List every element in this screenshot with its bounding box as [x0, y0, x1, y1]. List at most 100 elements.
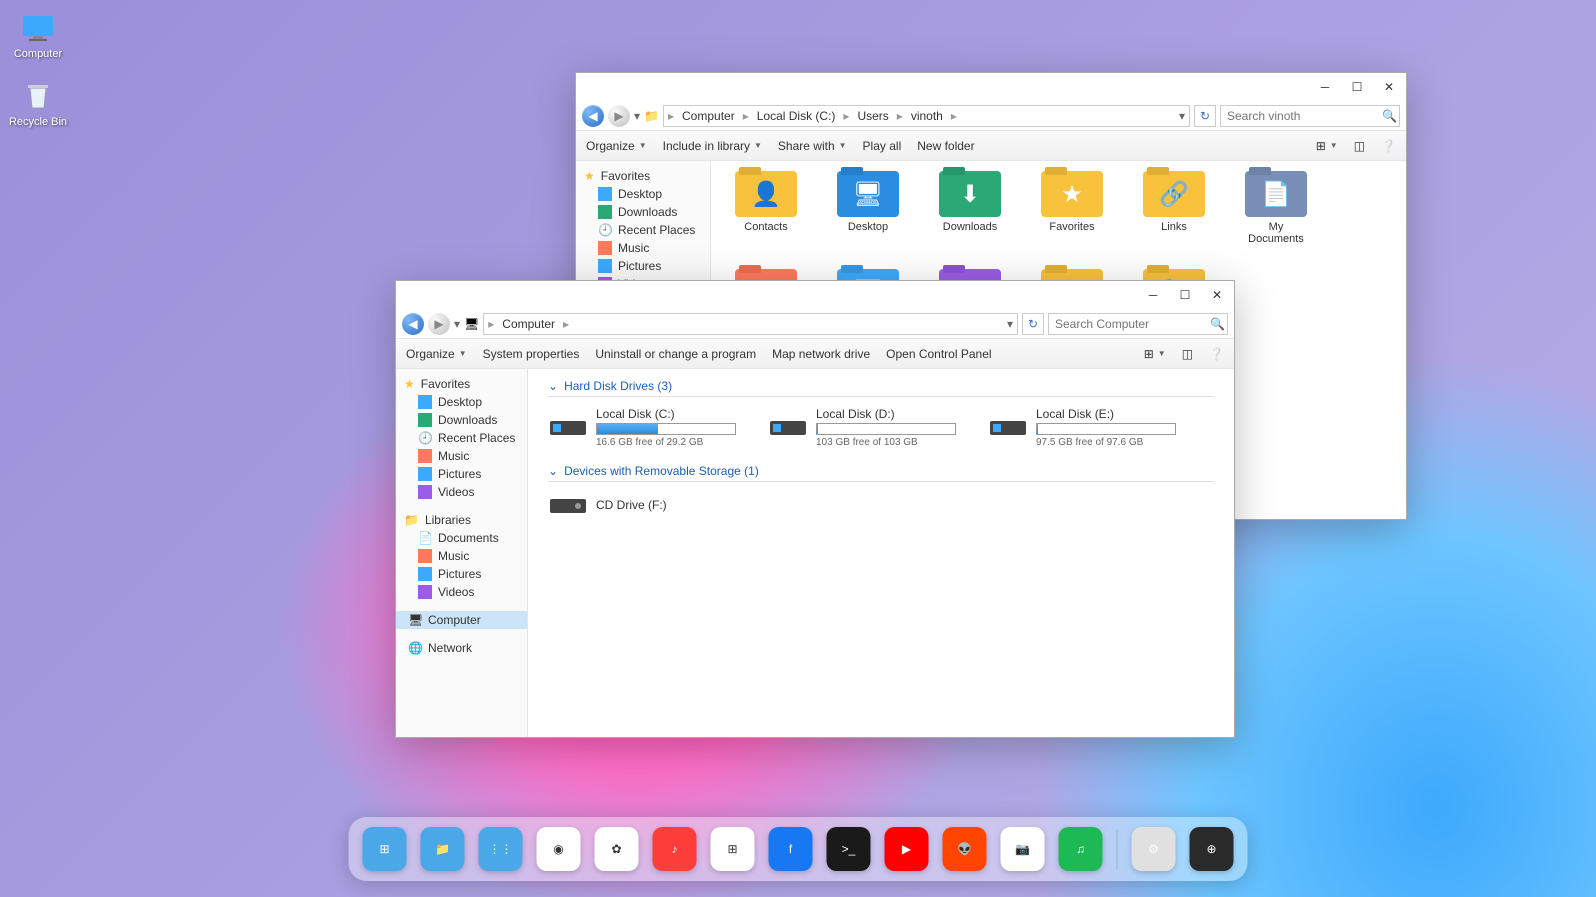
chevron-down-icon[interactable]: ▾ [1179, 109, 1185, 123]
sidebar-item-documents[interactable]: 📄Documents [396, 529, 527, 547]
mapnet-button[interactable]: Map network drive [772, 347, 870, 361]
sidebar-item-music[interactable]: Music [396, 547, 527, 565]
folder-item[interactable]: 🖥Desktop [833, 171, 903, 245]
drive-item[interactable]: Local Disk (D:)103 GB free of 103 GB [768, 405, 958, 450]
desktop-icon-label: Recycle Bin [8, 116, 68, 128]
breadcrumb[interactable]: Users [853, 109, 892, 123]
view-options-button[interactable]: ⊞▼ [1144, 347, 1166, 361]
search-input[interactable] [1227, 109, 1382, 123]
dropdown-icon[interactable]: ▾ [454, 317, 460, 331]
dock-icon-facebook[interactable]: f [769, 827, 813, 871]
dock-icon-explorer[interactable]: 📁 [421, 827, 465, 871]
sidebar-item-videos[interactable]: Videos [396, 483, 527, 501]
dock-icon-instagram[interactable]: 📷 [1001, 827, 1045, 871]
folder-label: Favorites [1037, 221, 1107, 233]
breadcrumb[interactable]: Computer [498, 317, 559, 331]
hdd-section-header[interactable]: ⌄Hard Disk Drives (3) [548, 379, 1214, 397]
folder-item[interactable]: ⬇Downloads [935, 171, 1005, 245]
minimize-button[interactable]: ─ [1137, 283, 1169, 307]
dock-icon-photos[interactable]: ✿ [595, 827, 639, 871]
sidebar-item-network[interactable]: 🌐Network [396, 639, 527, 657]
sidebar-item-music[interactable]: Music [396, 447, 527, 465]
sidebar-item-videos[interactable]: Videos [396, 583, 527, 601]
dock-icon-chrome[interactable]: ◉ [537, 827, 581, 871]
refresh-button[interactable]: ↻ [1194, 105, 1216, 127]
removable-section-header[interactable]: ⌄Devices with Removable Storage (1) [548, 464, 1214, 482]
close-button[interactable]: ✕ [1201, 283, 1233, 307]
maximize-button[interactable]: ☐ [1341, 75, 1373, 99]
drive-item[interactable]: Local Disk (E:)97.5 GB free of 97.6 GB [988, 405, 1178, 450]
desktop-icon-computer[interactable]: Computer [8, 10, 68, 60]
titlebar: ─ ☐ ✕ [576, 73, 1406, 101]
minimize-button[interactable]: ─ [1309, 75, 1341, 99]
search-box[interactable]: 🔍 [1048, 313, 1228, 335]
include-library-button[interactable]: Include in library▼ [663, 139, 762, 153]
view-options-button[interactable]: ⊞▼ [1316, 139, 1338, 153]
music-icon: ♪ [672, 842, 678, 856]
search-box[interactable]: 🔍 [1220, 105, 1400, 127]
sidebar-item-downloads[interactable]: Downloads [576, 203, 710, 221]
dock-icon-music[interactable]: ♪ [653, 827, 697, 871]
dock-icon-terminal[interactable]: >_ [827, 827, 871, 871]
forward-button[interactable]: ▶ [608, 105, 630, 127]
dock-icon-launchpad[interactable]: ⊞ [363, 827, 407, 871]
breadcrumb[interactable]: Local Disk (C:) [753, 109, 840, 123]
organize-button[interactable]: Organize▼ [586, 139, 647, 153]
sidebar-item-downloads[interactable]: Downloads [396, 411, 527, 429]
sidebar-item-pictures[interactable]: Pictures [396, 465, 527, 483]
dock-icon-store[interactable]: ⊞ [711, 827, 755, 871]
close-button[interactable]: ✕ [1373, 75, 1405, 99]
sidebar-favorites-header[interactable]: ★Favorites [576, 167, 710, 185]
spotify-icon: ♫ [1076, 842, 1085, 856]
maximize-button[interactable]: ☐ [1169, 283, 1201, 307]
dock-icon-settings[interactable]: ⚙ [1132, 827, 1176, 871]
sysprops-button[interactable]: System properties [483, 347, 580, 361]
refresh-button[interactable]: ↻ [1022, 313, 1044, 335]
sidebar-item-recent[interactable]: 🕘Recent Places [576, 221, 710, 239]
back-button[interactable]: ◀ [402, 313, 424, 335]
cpanel-button[interactable]: Open Control Panel [886, 347, 991, 361]
dock-icon-spotify[interactable]: ♫ [1059, 827, 1103, 871]
dock-icon-reddit[interactable]: 👽 [943, 827, 987, 871]
back-button[interactable]: ◀ [582, 105, 604, 127]
sidebar-item-desktop[interactable]: Desktop [576, 185, 710, 203]
dropdown-icon[interactable]: ▾ [634, 109, 640, 123]
desktop-icon-recycle[interactable]: Recycle Bin [8, 78, 68, 128]
help-button[interactable]: ❔ [1209, 347, 1224, 361]
sidebar-item-pictures[interactable]: Pictures [576, 257, 710, 275]
share-button[interactable]: Share with▼ [778, 139, 847, 153]
breadcrumb-path[interactable]: ▸ Computer▸ ▾ [483, 313, 1018, 335]
dock-icon-apps[interactable]: ⋮⋮ [479, 827, 523, 871]
dock-icon-youtube[interactable]: ▶ [885, 827, 929, 871]
folder-icon: 📁 [644, 109, 659, 123]
preview-pane-button[interactable]: ◫ [1354, 139, 1365, 153]
sidebar-item-recent[interactable]: 🕘Recent Places [396, 429, 527, 447]
folder-item[interactable]: ★Favorites [1037, 171, 1107, 245]
new-folder-button[interactable]: New folder [917, 139, 974, 153]
sidebar-libraries-header[interactable]: 📁Libraries [396, 511, 527, 529]
dock-icon-other[interactable]: ⊕ [1190, 827, 1234, 871]
help-button[interactable]: ❔ [1381, 139, 1396, 153]
folder-item[interactable]: 👤Contacts [731, 171, 801, 245]
uninstall-button[interactable]: Uninstall or change a program [595, 347, 756, 361]
sidebar-item-desktop[interactable]: Desktop [396, 393, 527, 411]
sidebar-favorites-header[interactable]: ★Favorites [396, 375, 527, 393]
hdd-icon [770, 414, 806, 442]
sidebar-item-music[interactable]: Music [576, 239, 710, 257]
breadcrumb[interactable]: Computer [678, 109, 739, 123]
breadcrumb-path[interactable]: ▸ Computer▸ Local Disk (C:)▸ Users▸ vino… [663, 105, 1190, 127]
sidebar-item-pictures[interactable]: Pictures [396, 565, 527, 583]
preview-pane-button[interactable]: ◫ [1182, 347, 1193, 361]
folder-item[interactable]: 📄My Documents [1241, 171, 1311, 245]
folder-item[interactable]: 🔗Links [1139, 171, 1209, 245]
explorer-icon: 📁 [435, 842, 450, 856]
drive-item[interactable]: Local Disk (C:)16.6 GB free of 29.2 GB [548, 405, 738, 450]
search-input[interactable] [1055, 317, 1210, 331]
sidebar-item-computer[interactable]: 🖥Computer [396, 611, 527, 629]
forward-button[interactable]: ▶ [428, 313, 450, 335]
cd-drive[interactable]: CD Drive (F:) [548, 490, 738, 522]
breadcrumb[interactable]: vinoth [907, 109, 947, 123]
organize-button[interactable]: Organize▼ [406, 347, 467, 361]
play-all-button[interactable]: Play all [863, 139, 902, 153]
chevron-down-icon[interactable]: ▾ [1007, 317, 1013, 331]
